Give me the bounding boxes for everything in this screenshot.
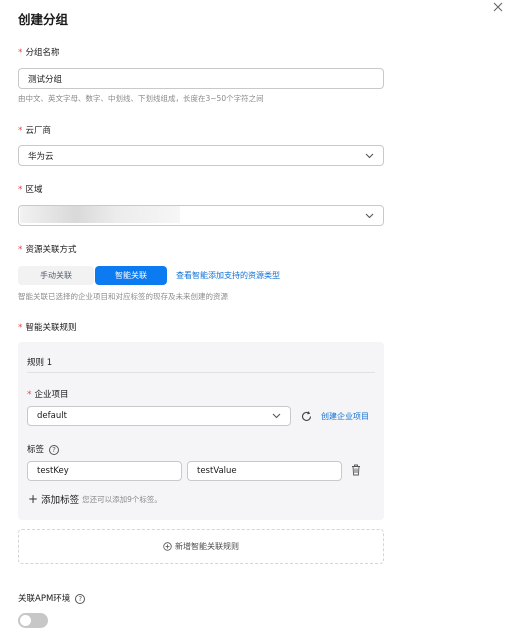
help-icon[interactable]: ? xyxy=(49,444,60,455)
association-hint: 智能关联已选择的企业项目和对应标签的现存及未来创建的资源 xyxy=(18,292,228,301)
tag-key-input[interactable]: testKey xyxy=(27,461,182,481)
close-icon[interactable] xyxy=(492,1,504,13)
plus-icon[interactable]: + xyxy=(28,493,38,505)
group-name-hint: 由中文、英文字母、数字、中划线、下划线组成，长度在3~50个字符之间 xyxy=(18,94,264,103)
enterprise-project-label: * 企业项目 xyxy=(27,390,69,400)
help-icon[interactable]: ? xyxy=(75,593,86,604)
group-name-input[interactable]: 测试分组 xyxy=(18,68,384,89)
create-enterprise-project-link[interactable]: 创建企业项目 xyxy=(321,411,369,422)
rule-divider xyxy=(27,372,375,373)
tag-value-input[interactable]: testValue xyxy=(187,461,342,481)
association-label: * 资源关联方式 xyxy=(18,245,77,255)
manual-association-button[interactable]: 手动关联 xyxy=(18,266,94,285)
region-value-redacted xyxy=(20,206,180,223)
add-rule-button[interactable]: 新增智能关联规则 xyxy=(18,529,384,564)
enterprise-project-select[interactable]: default xyxy=(27,406,291,426)
supported-resource-types-link[interactable]: 查看智能添加支持的资源类型 xyxy=(176,270,280,281)
chevron-down-icon xyxy=(365,213,374,218)
add-rule-label: 新增智能关联规则 xyxy=(175,542,239,551)
trash-icon[interactable] xyxy=(351,464,361,476)
apm-label: 关联APM环境? xyxy=(18,592,86,604)
cloud-vendor-label: * 云厂商 xyxy=(18,126,52,136)
smart-rules-label: * 智能关联规则 xyxy=(18,323,77,333)
tags-label: 标签? xyxy=(27,443,60,455)
apm-toggle[interactable] xyxy=(18,613,48,628)
smart-association-button[interactable]: 智能关联 xyxy=(95,266,167,285)
association-segmented: 手动关联 智能关联 xyxy=(18,266,167,285)
chevron-down-icon xyxy=(365,153,374,158)
group-name-label: * 分组名称 xyxy=(18,48,60,58)
add-tag-button[interactable]: 添加标签 xyxy=(41,492,79,506)
refresh-icon[interactable] xyxy=(300,410,313,423)
rule-title: 规则 1 xyxy=(27,358,53,368)
add-circle-icon xyxy=(163,542,172,551)
cloud-vendor-select[interactable]: 华为云 xyxy=(18,145,384,166)
chevron-down-icon xyxy=(272,413,281,419)
toggle-knob xyxy=(20,615,31,626)
dialog-title: 创建分组 xyxy=(18,12,69,27)
add-tag-row: + 添加标签 您还可以添加9个标签。 xyxy=(28,492,162,506)
region-label: * 区域 xyxy=(18,185,43,195)
add-tag-hint: 您还可以添加9个标签。 xyxy=(82,494,162,504)
